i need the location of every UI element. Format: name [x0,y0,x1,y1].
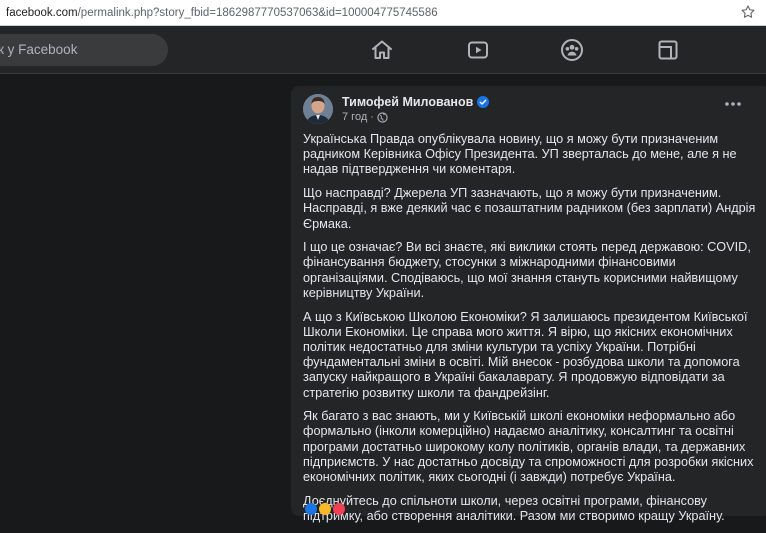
verified-badge-icon [477,96,490,108]
post-paragraph: Як багато з вас знають, ми у Київській ш… [303,409,754,485]
home-icon[interactable] [370,38,394,62]
facebook-top-nav: к у Facebook [0,26,766,74]
post-paragraph: І що це означає? Ви всі знаєте, які викл… [303,240,751,300]
post-text: Українська Правда опублікувала новину, щ… [303,132,763,533]
author-name[interactable]: Тимофей Милованов [342,95,473,109]
post-time[interactable]: 7 год [342,111,367,123]
meta-separator: · [370,111,374,123]
care-reaction-icon [319,503,331,515]
love-reaction-icon [333,503,345,515]
post-paragraph: А що з Київською Школою Економіки? Я зал… [303,309,748,400]
post-paragraph: Українська Правда опублікувала новину, щ… [303,132,737,177]
post-meta: 7 год · [342,111,388,123]
like-reaction-icon [305,503,317,515]
post-author[interactable]: Тимофей Милованов [342,95,490,109]
post-paragraph: Доєднуйтесь до спільноти школи, через ос… [303,493,725,523]
search-input[interactable]: к у Facebook [0,34,168,66]
reaction-summary[interactable] [305,503,345,515]
profile-photo [303,94,333,124]
globe-icon [377,111,388,123]
post-card: Тимофей Милованов 7 год · Українська Пра… [291,86,766,523]
avatar[interactable] [303,94,333,124]
more-options-icon[interactable] [723,99,743,109]
address-bar[interactable]: facebook.com/permalink.php?story_fbid=18… [0,0,766,26]
gaming-icon[interactable] [656,38,680,62]
bookmark-star-icon[interactable] [740,4,756,20]
watch-icon[interactable] [466,38,490,62]
groups-icon[interactable] [560,38,584,62]
url-path: /permalink.php?story_fbid=18629877705370… [77,6,438,19]
post-paragraph: Що насправді? Джерела УП зазначають, що … [303,186,756,231]
url-host: facebook.com [6,6,78,19]
